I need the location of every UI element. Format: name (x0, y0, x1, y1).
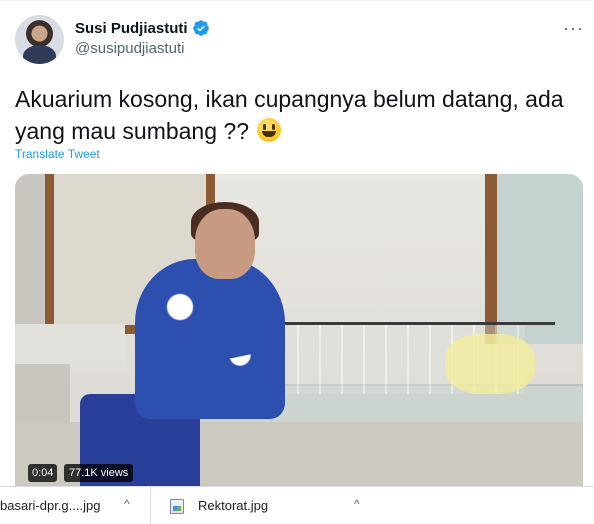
video-scene-shelf (15, 324, 125, 364)
author-handle[interactable]: @susipudjiastuti (75, 40, 184, 57)
download-filename[interactable]: Rektorat.jpg (198, 498, 268, 513)
download-item[interactable]: Rektorat.jpg ^ (150, 487, 372, 524)
author-row: Susi Pudjiastuti (75, 19, 210, 37)
tweet-text: Akuarium kosong, ikan cupangnya belum da… (15, 83, 585, 147)
video-scene-rod (255, 322, 555, 325)
verified-badge-icon (192, 20, 209, 36)
video-timestamp: 0:04 (28, 464, 58, 482)
chevron-up-icon[interactable]: ^ (354, 497, 360, 511)
video-scene-light (445, 334, 535, 394)
video-scene-person-head (195, 209, 255, 279)
more-options-icon[interactable]: ··· (563, 19, 584, 37)
avatar[interactable] (15, 15, 64, 64)
chevron-up-icon[interactable]: ^ (124, 497, 130, 511)
video-player[interactable] (15, 174, 583, 486)
download-filename[interactable]: basari-dpr.g....jpg (0, 498, 100, 513)
tweet-text-body: Akuarium kosong, ikan cupangnya belum da… (15, 86, 564, 144)
image-file-icon (170, 499, 184, 514)
download-bar: basari-dpr.g....jpg ^ Rektorat.jpg ^ (0, 486, 594, 524)
download-item[interactable]: basari-dpr.g....jpg ^ (0, 487, 150, 524)
author-name[interactable]: Susi Pudjiastuti (75, 20, 188, 37)
video-scene-window-right (485, 174, 583, 344)
video-view-count: 77.1K views (64, 464, 134, 482)
top-divider (0, 0, 594, 1)
tweet-card: Susi Pudjiastuti @susipudjiastuti ··· Ak… (0, 0, 594, 486)
grinning-face-emoji-icon (257, 118, 282, 142)
translate-tweet-link[interactable]: Translate Tweet (15, 147, 100, 161)
